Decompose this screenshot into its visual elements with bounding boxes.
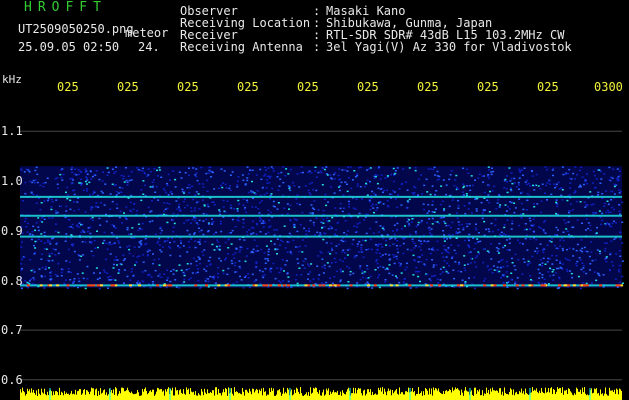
noise-band	[20, 166, 622, 288]
carrier-peak	[66, 284, 70, 287]
freq-label: 0.6	[1, 373, 23, 387]
time-label: 025	[477, 80, 499, 94]
carrier-peak	[349, 284, 353, 287]
carrier-peak	[318, 284, 322, 287]
time-label: 025	[417, 80, 439, 94]
carrier-peak	[542, 284, 546, 287]
carrier-peak	[333, 284, 337, 287]
carrier-peak	[87, 284, 91, 287]
khz-unit-label: kHz	[2, 73, 22, 86]
carrier-peak	[490, 284, 494, 287]
hrofft-window: HROFFT UT2509050250.png meteor 25.09.05 …	[0, 0, 629, 400]
mode-label: meteor	[125, 26, 169, 40]
freq-label: 0.7	[1, 323, 23, 337]
time-label: 0300	[594, 80, 623, 94]
carrier-peak	[585, 284, 589, 287]
carrier-peak	[322, 284, 326, 287]
carrier-peak	[205, 284, 208, 287]
carrier-peak	[56, 284, 60, 287]
carrier-peak	[163, 284, 167, 287]
carrier-peak	[438, 284, 442, 287]
carrier-peak	[96, 284, 100, 287]
carrier-peak	[567, 284, 571, 287]
carrier-peak	[254, 284, 258, 287]
carrier-peak	[373, 284, 377, 287]
carrier-peak	[217, 284, 221, 287]
carrier-peak	[265, 284, 269, 287]
time-label: 025	[537, 80, 559, 94]
carrier-peak	[329, 284, 332, 287]
antenna-sep: :	[313, 40, 321, 54]
carrier-peak	[110, 284, 114, 287]
carrier-peak	[169, 284, 173, 287]
carrier-peak	[39, 284, 43, 287]
carrier-peak	[599, 284, 603, 287]
carrier-peak	[408, 284, 412, 287]
carrier-peak	[493, 284, 497, 287]
carrier-peak	[224, 284, 228, 287]
carrier-peak	[100, 284, 103, 287]
freq-label: 0.9	[1, 224, 23, 238]
carrier-peak	[262, 284, 266, 287]
freq-label: 0.8	[1, 274, 23, 288]
carrier-peak	[430, 284, 434, 287]
carrier-peak	[528, 284, 532, 287]
time-label: 025	[297, 80, 319, 94]
spectrogram	[20, 130, 624, 400]
carrier-peak	[286, 284, 290, 287]
freq-label: 1.0	[1, 174, 23, 188]
carrier-peak	[138, 284, 142, 287]
carrier-peak	[395, 284, 399, 287]
carrier-peak	[156, 284, 160, 287]
carrier-peak	[277, 284, 281, 287]
carrier-peak	[282, 284, 286, 287]
carrier-peak	[503, 284, 506, 287]
time-label: 025	[57, 80, 79, 94]
carrier-peak	[460, 284, 464, 287]
carrier-peak	[129, 284, 132, 287]
carrier-peak	[307, 284, 311, 287]
carrier-peak	[483, 284, 487, 287]
antenna-label: Receiving Antenna	[180, 40, 303, 54]
counter-label: 24.	[138, 40, 160, 54]
carrier-peak	[558, 284, 562, 287]
antenna-value: 3el Yagi(V) Az 330 for Vladivostok	[326, 40, 572, 54]
time-label: 025	[237, 80, 259, 94]
carrier-peak	[227, 284, 231, 287]
carrier-peak	[515, 284, 519, 287]
carrier-peak	[312, 284, 316, 287]
carrier-peak	[425, 284, 429, 287]
carrier-peak	[26, 284, 30, 287]
carrier-peak	[269, 284, 273, 287]
app-title: HROFFT	[24, 0, 107, 15]
filename-label: UT2509050250.png	[18, 22, 134, 36]
carrier-peak	[582, 284, 586, 287]
datetime-label: 25.09.05 02:50	[18, 40, 120, 54]
carrier-peak	[615, 284, 619, 287]
freq-label: 1.1	[1, 124, 23, 138]
time-label: 025	[117, 80, 139, 94]
carrier-peak	[337, 284, 341, 287]
carrier-peak	[367, 284, 370, 287]
carrier-peak	[194, 284, 198, 287]
carrier-peak	[572, 284, 576, 287]
carrier-peak	[456, 284, 460, 287]
carrier-peak	[49, 284, 53, 287]
carrier-peak	[304, 284, 308, 287]
time-label: 025	[177, 80, 199, 94]
carrier-peak	[564, 284, 568, 287]
time-label: 025	[357, 80, 379, 94]
carrier-peak	[389, 284, 393, 287]
carrier-peak	[521, 284, 525, 287]
